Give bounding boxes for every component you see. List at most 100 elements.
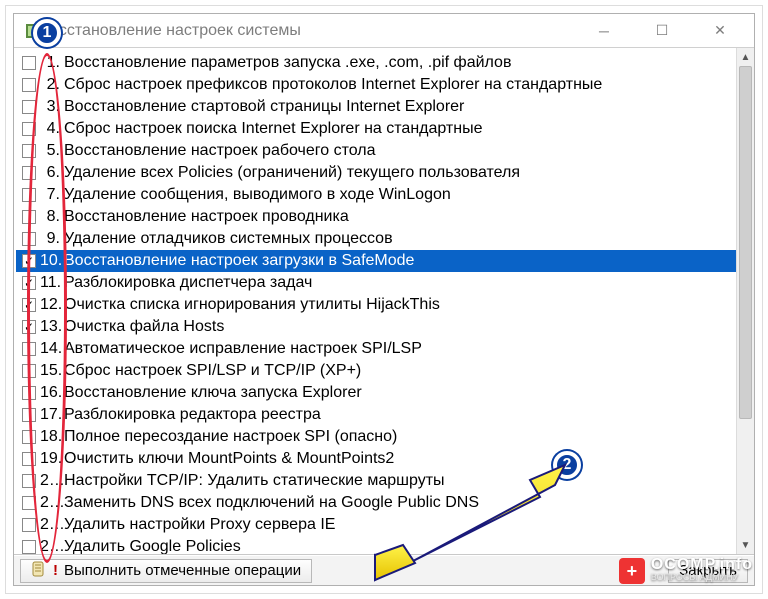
list-item[interactable]: 18.Полное пересоздание настроек SPI (опа… — [16, 426, 754, 448]
window: осстановление настроек системы ─ ☐ ✕ 1.В… — [13, 13, 755, 586]
bolt-icon: ! — [53, 562, 58, 579]
item-number: 2… — [40, 492, 62, 514]
item-number: 2… — [40, 470, 62, 492]
window-title: осстановление настроек системы — [50, 22, 301, 40]
item-number: 3. — [40, 96, 62, 118]
execute-button[interactable]: ! Выполнить отмеченные операции — [20, 559, 312, 583]
scrollbar-thumb[interactable] — [739, 66, 752, 419]
item-number: 1. — [40, 52, 62, 74]
checkbox[interactable]: ✓ — [22, 298, 36, 312]
app-icon — [22, 20, 44, 42]
list-item[interactable]: 6.Удаление всех Policies (ограничений) т… — [16, 162, 754, 184]
item-number: 16. — [40, 382, 62, 404]
options-list: 1.Восстановление параметров запуска .exe… — [14, 48, 754, 555]
item-number: 18. — [40, 426, 62, 448]
item-label: Удалить настройки Proxy сервера IE — [62, 514, 335, 536]
item-label: Настройки TCP/IP: Удалить статические ма… — [62, 470, 445, 492]
list-item[interactable]: 14.Автоматическое исправление настроек S… — [16, 338, 754, 360]
checkbox[interactable] — [22, 430, 36, 444]
checkbox[interactable] — [22, 210, 36, 224]
checkbox[interactable]: ✓ — [22, 254, 36, 268]
checkbox[interactable] — [22, 540, 36, 554]
checkbox[interactable] — [22, 342, 36, 356]
item-label: Очистка списка игнорирования утилиты Hij… — [62, 294, 440, 316]
item-number: 11. — [40, 272, 62, 294]
checkbox[interactable] — [22, 144, 36, 158]
item-label: Очистка файла Hosts — [62, 316, 224, 338]
list-item[interactable]: 2…Заменить DNS всех подключений на Googl… — [16, 492, 754, 514]
checkbox[interactable] — [22, 496, 36, 510]
list-item[interactable]: 5.Восстановление настроек рабочего стола — [16, 140, 754, 162]
titlebar: осстановление настроек системы ─ ☐ ✕ — [14, 14, 754, 48]
list-item[interactable]: 9.Удаление отладчиков системных процессо… — [16, 228, 754, 250]
list-item[interactable]: ✓11.Разблокировка диспетчера задач — [16, 272, 754, 294]
item-number: 2. — [40, 74, 62, 96]
checkbox[interactable] — [22, 408, 36, 422]
item-number: 8. — [40, 206, 62, 228]
checkbox[interactable] — [22, 386, 36, 400]
execute-button-label: Выполнить отмеченные операции — [64, 562, 301, 579]
checkbox[interactable] — [22, 122, 36, 136]
checkbox[interactable] — [22, 100, 36, 114]
list-item[interactable]: 2…Удалить настройки Proxy сервера IE — [16, 514, 754, 536]
item-number: 17. — [40, 404, 62, 426]
list-item[interactable]: 19.Очистить ключи MountPoints & MountPoi… — [16, 448, 754, 470]
checkbox[interactable] — [22, 232, 36, 246]
item-label: Восстановление ключа запуска Explorer — [62, 382, 362, 404]
checkbox[interactable] — [22, 518, 36, 532]
scroll-down-icon[interactable]: ▼ — [737, 536, 754, 554]
item-label: Восстановление настроек проводника — [62, 206, 349, 228]
checkbox[interactable] — [22, 364, 36, 378]
checkbox[interactable] — [22, 78, 36, 92]
item-label: Полное пересоздание настроек SPI (опасно… — [62, 426, 397, 448]
list-item[interactable]: 15.Сброс настроек SPI/LSP и TCP/IP (XP+) — [16, 360, 754, 382]
list-item[interactable]: ✓ 12.Очистка списка игнорирования утилиты… — [16, 294, 754, 316]
minimize-button[interactable]: ─ — [584, 17, 624, 45]
list-item[interactable]: ✓ 13.Очистка файла Hosts — [16, 316, 754, 338]
item-number: 2… — [40, 514, 62, 536]
checkbox[interactable] — [22, 56, 36, 70]
list-item[interactable]: ✓10.Восстановление настроек загрузки в S… — [16, 250, 754, 272]
item-number: 13. — [40, 316, 62, 338]
list-item[interactable]: 2…Удалить Google Policies — [16, 536, 754, 554]
item-number: 12. — [40, 294, 62, 316]
item-number: 7. — [40, 184, 62, 206]
list-item[interactable]: 8.Восстановление настроек проводника — [16, 206, 754, 228]
list-item[interactable]: 17.Разблокировка редактора реестра — [16, 404, 754, 426]
item-label: Удаление сообщения, выводимого в ходе Wi… — [62, 184, 451, 206]
item-number: 9. — [40, 228, 62, 250]
item-label: Сброс настроек SPI/LSP и TCP/IP (XP+) — [62, 360, 361, 382]
checkbox[interactable] — [22, 166, 36, 180]
close-window-button[interactable]: ✕ — [700, 17, 740, 45]
item-label: Удаление отладчиков системных процессов — [62, 228, 393, 250]
item-number: 6. — [40, 162, 62, 184]
list-item[interactable]: 16.Восстановление ключа запуска Explorer — [16, 382, 754, 404]
item-label: Сброс настроек префиксов протоколов Inte… — [62, 74, 602, 96]
list-item[interactable]: 2…Настройки TCP/IP: Удалить статические … — [16, 470, 754, 492]
checkbox[interactable] — [22, 452, 36, 466]
script-icon — [31, 561, 47, 581]
list-item[interactable]: 7.Удаление сообщения, выводимого в ходе … — [16, 184, 754, 206]
maximize-button[interactable]: ☐ — [642, 17, 682, 45]
close-button[interactable]: Закрыть — [668, 559, 748, 583]
list-item[interactable]: 2.Сброс настроек префиксов протоколов In… — [16, 74, 754, 96]
item-label: Восстановление стартовой страницы Intern… — [62, 96, 464, 118]
close-button-label: Закрыть — [679, 562, 737, 579]
item-label: Автоматическое исправление настроек SPI/… — [62, 338, 422, 360]
checkbox[interactable] — [22, 188, 36, 202]
scroll-up-icon[interactable]: ▲ — [737, 48, 754, 66]
item-label: Восстановление параметров запуска .exe, … — [62, 52, 511, 74]
item-label: Разблокировка редактора реестра — [62, 404, 321, 426]
checkbox[interactable]: ✓ — [22, 320, 36, 334]
bottom-toolbar: ! Выполнить отмеченные операции Закрыть — [14, 555, 754, 585]
list-item[interactable]: 3.Восстановление стартовой страницы Inte… — [16, 96, 754, 118]
item-label: Заменить DNS всех подключений на Google … — [62, 492, 479, 514]
item-number: 4. — [40, 118, 62, 140]
item-label: Восстановление настроек рабочего стола — [62, 140, 376, 162]
checkbox[interactable]: ✓ — [22, 276, 36, 290]
vertical-scrollbar[interactable]: ▲ ▼ — [736, 48, 754, 554]
checkbox[interactable] — [22, 474, 36, 488]
list-item[interactable]: 4.Сброс настроек поиска Internet Explore… — [16, 118, 754, 140]
item-label: Сброс настроек поиска Internet Explorer … — [62, 118, 483, 140]
list-item[interactable]: 1.Восстановление параметров запуска .exe… — [16, 52, 754, 74]
